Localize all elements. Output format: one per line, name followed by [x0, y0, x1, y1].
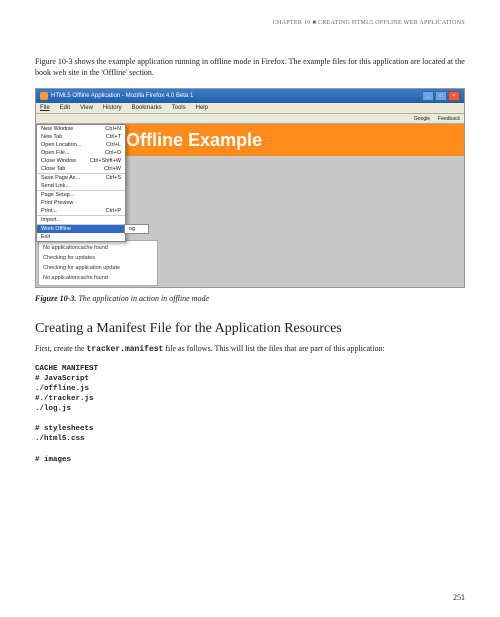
menu-exit[interactable]: Exit [37, 233, 125, 241]
file-dropdown: New WindowCtrl+N New TabCtrl+T Open Loca… [36, 124, 126, 242]
menu-import[interactable]: Import... [37, 216, 125, 224]
menu-tools[interactable]: Tools [170, 104, 188, 112]
browser-menubar: File Edit View History Bookmarks Tools H… [36, 103, 464, 114]
menu-bookmarks[interactable]: Bookmarks [130, 104, 164, 112]
log-line: Checking for updates [39, 253, 157, 263]
log-line: Checking for application update [39, 263, 157, 273]
menu-send-link[interactable]: Send Link... [37, 182, 125, 190]
section-body: First, create the tracker.manifest file … [35, 343, 465, 355]
firefox-icon [40, 92, 48, 100]
browser-toolbar: Google Feedback [36, 114, 464, 124]
feedback-label[interactable]: Feedback [438, 116, 460, 122]
menu-new-tab[interactable]: New TabCtrl+T [37, 133, 125, 141]
close-button[interactable]: × [448, 91, 460, 101]
search-label: Google [414, 116, 430, 122]
caption-label: Figure 10-3. [35, 294, 76, 303]
figure-screenshot: HTML5 Offline Application - Mozilla Fire… [35, 88, 465, 288]
log-line: No applicationcache found [39, 243, 157, 253]
menu-open-file[interactable]: Open File...Ctrl+O [37, 149, 125, 157]
menu-work-offline[interactable]: Work Offline [37, 225, 125, 233]
menu-close-tab[interactable]: Close TabCtrl+W [37, 165, 125, 173]
menu-print-preview[interactable]: Print Preview [37, 199, 125, 207]
menu-file[interactable]: File [38, 104, 52, 112]
submenu-og[interactable]: og [125, 225, 148, 233]
menu-save-as[interactable]: Save Page As...Ctrl+S [37, 174, 125, 182]
code-block: CACHE MANIFEST # JavaScript ./offline.js… [35, 364, 465, 465]
browser-content: Offline Example New WindowCtrl+N New Tab… [36, 124, 464, 286]
menu-print[interactable]: Print...Ctrl+P [37, 207, 125, 215]
page-number: 251 [453, 593, 465, 602]
window-title: HTML5 Offline Application - Mozilla Fire… [51, 93, 193, 99]
section-heading: Creating a Manifest File for the Applica… [35, 321, 465, 337]
figure-caption: Figure 10-3. The application in action i… [35, 294, 465, 303]
menu-view[interactable]: View [78, 104, 95, 112]
intro-paragraph: Figure 10-3 shows the example applicatio… [35, 56, 465, 78]
window-titlebar: HTML5 Offline Application - Mozilla Fire… [36, 89, 464, 103]
menu-close-window[interactable]: Close WindowCtrl+Shift+W [37, 157, 125, 165]
menu-new-window[interactable]: New WindowCtrl+N [37, 125, 125, 133]
maximize-button[interactable]: □ [435, 91, 447, 101]
submenu: og [124, 224, 149, 234]
menu-help[interactable]: Help [194, 104, 210, 112]
caption-text: The application in action in offline mod… [76, 294, 209, 303]
chapter-header: CHAPTER 10 ■ CREATING HTML5 OFFLINE WEB … [35, 20, 465, 26]
log-panel: No applicationcache found Checking for u… [38, 240, 158, 286]
menu-open-location[interactable]: Open Location...Ctrl+L [37, 141, 125, 149]
filename: tracker.manifest [87, 345, 164, 354]
window-controls: _ □ × [422, 91, 460, 101]
menu-edit[interactable]: Edit [58, 104, 72, 112]
minimize-button[interactable]: _ [422, 91, 434, 101]
menu-history[interactable]: History [101, 104, 124, 112]
menu-page-setup[interactable]: Page Setup... [37, 191, 125, 199]
log-line: No applicationcache found [39, 273, 157, 283]
